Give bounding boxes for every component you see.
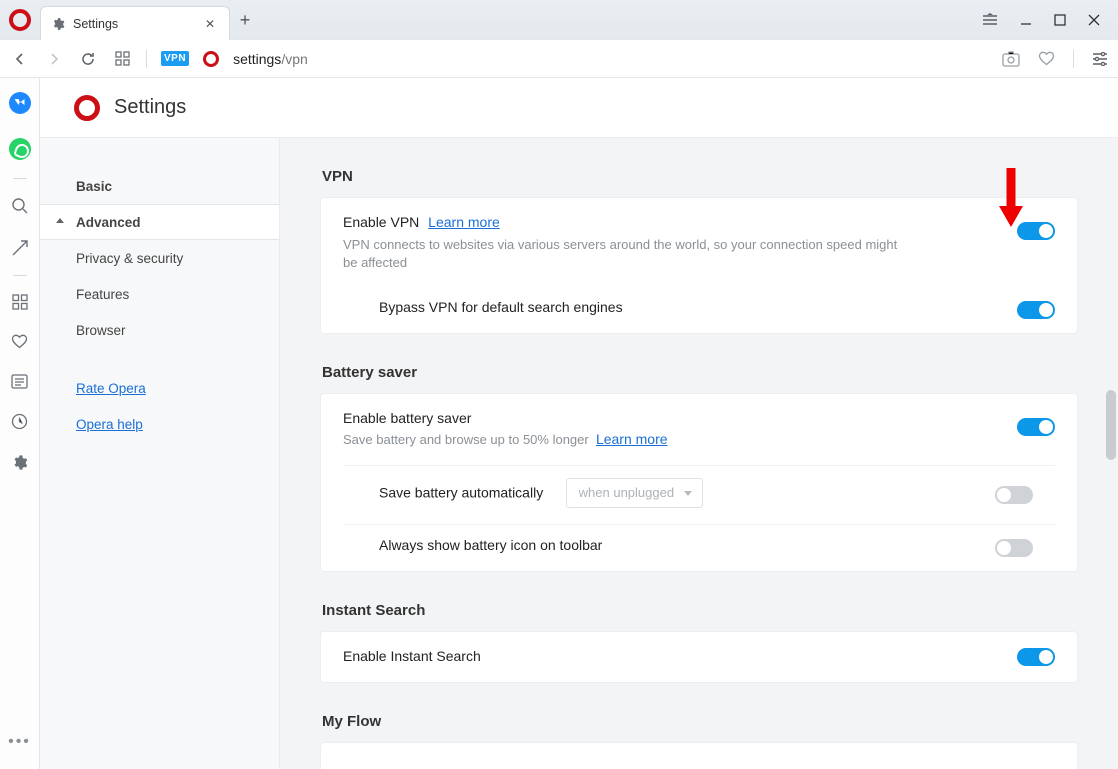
- bookmark-button[interactable]: [1038, 51, 1055, 67]
- divider: [146, 50, 147, 68]
- sidebar-item-features[interactable]: Features: [40, 276, 279, 312]
- titlebar: Settings ✕ +: [0, 0, 1118, 40]
- toggle-enable-vpn[interactable]: [1017, 222, 1055, 240]
- section-heading-instant: Instant Search: [322, 602, 1078, 619]
- page-header: Settings: [40, 78, 1118, 138]
- toggle-battery-icon[interactable]: [995, 539, 1033, 557]
- opera-help-link[interactable]: Opera help: [76, 417, 143, 432]
- url-text[interactable]: settings/vpn: [233, 51, 308, 67]
- toggle-enable-battery[interactable]: [1017, 418, 1055, 436]
- tab-settings[interactable]: Settings ✕: [40, 6, 230, 40]
- toggle-bypass-vpn[interactable]: [1017, 301, 1055, 319]
- row-subtitle: Save battery and browse up to 50% longer…: [343, 430, 903, 449]
- section-heading-battery: Battery saver: [322, 364, 1078, 381]
- row-title: Enable battery saver: [343, 410, 1055, 426]
- learn-more-link[interactable]: Learn more: [428, 214, 500, 230]
- scrollbar-thumb[interactable]: [1106, 390, 1116, 460]
- row-title: Bypass VPN for default search engines: [379, 299, 623, 315]
- flow-card: [320, 742, 1078, 769]
- section-heading-flow: My Flow: [322, 713, 1078, 730]
- learn-more-link[interactable]: Learn more: [596, 431, 668, 447]
- snapshot-button[interactable]: [1002, 51, 1020, 67]
- gear-icon: [51, 17, 65, 31]
- select-battery-when[interactable]: when unplugged: [566, 478, 703, 508]
- section-heading-vpn: VPN: [322, 168, 1078, 185]
- easy-setup-button[interactable]: [1092, 52, 1108, 66]
- rate-opera-link[interactable]: Rate Opera: [76, 381, 146, 396]
- sidebar-item-browser[interactable]: Browser: [40, 312, 279, 348]
- back-button[interactable]: [10, 49, 30, 69]
- row-bypass-vpn: Bypass VPN for default search engines: [321, 287, 1077, 333]
- separator: [13, 275, 27, 276]
- opera-icon: [203, 51, 219, 67]
- row-title: Always show battery icon on toolbar: [379, 537, 602, 553]
- row-enable-instant: Enable Instant Search: [321, 632, 1077, 682]
- new-tab-button[interactable]: +: [230, 0, 260, 40]
- history-icon[interactable]: [11, 413, 28, 430]
- vpn-card: Enable VPN Learn more VPN connects to we…: [320, 197, 1078, 334]
- speed-dial-button[interactable]: [112, 49, 132, 69]
- bookmarks-icon[interactable]: [11, 334, 28, 350]
- minimize-button[interactable]: [1020, 14, 1032, 26]
- more-button[interactable]: •••: [8, 733, 31, 751]
- sidebar-item-basic[interactable]: Basic: [40, 168, 279, 204]
- chevron-up-icon: [56, 218, 64, 223]
- flow-icon[interactable]: [11, 239, 29, 257]
- messenger-icon[interactable]: [9, 92, 31, 114]
- row-title: Enable Instant Search: [343, 648, 481, 664]
- sidebar-item-advanced[interactable]: Advanced: [40, 204, 279, 240]
- separator: [13, 178, 27, 179]
- row-title: Save battery automatically: [379, 484, 543, 500]
- forward-button[interactable]: [44, 49, 64, 69]
- quick-menu-icon[interactable]: [982, 13, 998, 27]
- tab-title: Settings: [73, 17, 118, 31]
- settings-sidebar: Basic Advanced Privacy & security Featur…: [40, 138, 280, 769]
- toggle-enable-instant[interactable]: [1017, 648, 1055, 666]
- row-enable-battery: Enable battery saver Save battery and br…: [321, 394, 1077, 465]
- battery-card: Enable battery saver Save battery and br…: [320, 393, 1078, 572]
- close-button[interactable]: [1088, 14, 1100, 26]
- page-title: Settings: [114, 96, 186, 119]
- toggle-save-auto[interactable]: [995, 486, 1033, 504]
- window-controls: [982, 0, 1118, 40]
- news-icon[interactable]: [11, 374, 28, 389]
- divider: [1073, 50, 1074, 68]
- settings-content: VPN Enable VPN Learn more VPN connects t…: [280, 138, 1118, 769]
- settings-page: Settings Basic Advanced Privacy & securi…: [40, 78, 1118, 769]
- vpn-badge[interactable]: VPN: [161, 51, 189, 66]
- whatsapp-icon[interactable]: [9, 138, 31, 160]
- activity-bar: •••: [0, 78, 40, 769]
- maximize-button[interactable]: [1054, 14, 1066, 26]
- row-save-auto: Save battery automatically when unplugge…: [343, 465, 1055, 524]
- sidebar-item-privacy[interactable]: Privacy & security: [40, 240, 279, 276]
- row-enable-vpn: Enable VPN Learn more VPN connects to we…: [321, 198, 1077, 287]
- reload-button[interactable]: [78, 49, 98, 69]
- row-title: Enable VPN: [343, 214, 419, 230]
- tab-close-button[interactable]: ✕: [201, 17, 219, 31]
- search-icon[interactable]: [11, 197, 29, 215]
- opera-menu-button[interactable]: [0, 0, 40, 40]
- row-subtitle: VPN connects to websites via various ser…: [343, 236, 903, 271]
- opera-icon: [74, 95, 100, 121]
- row-battery-icon: Always show battery icon on toolbar: [343, 524, 1055, 571]
- opera-icon: [9, 9, 31, 31]
- address-bar: VPN settings/vpn: [0, 40, 1118, 78]
- instant-card: Enable Instant Search: [320, 631, 1078, 683]
- speed-dial-icon[interactable]: [12, 294, 28, 310]
- settings-icon[interactable]: [11, 454, 28, 471]
